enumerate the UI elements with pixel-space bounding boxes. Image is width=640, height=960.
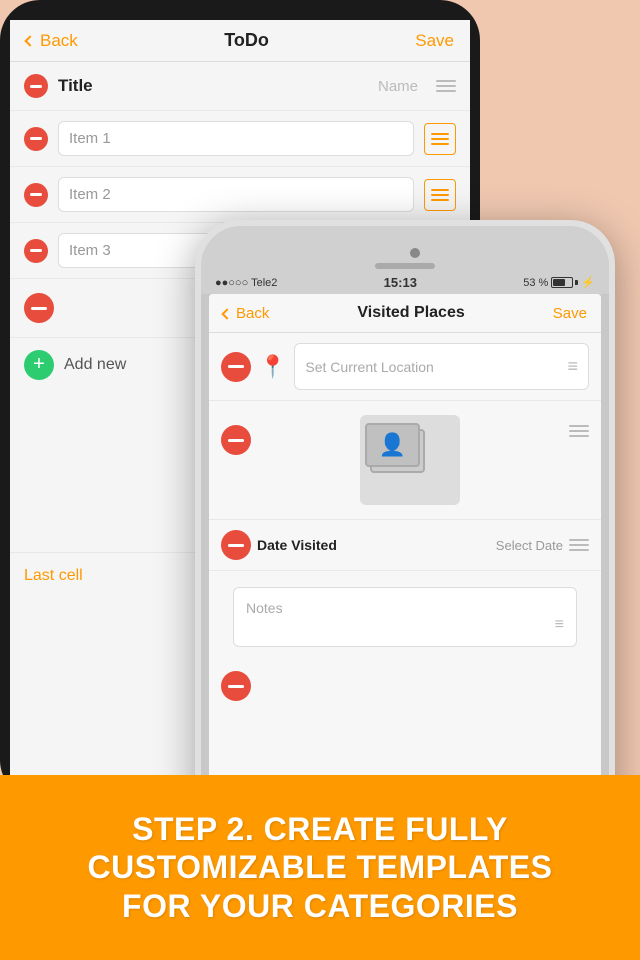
fg-chevron-icon bbox=[221, 308, 232, 319]
add-new-button[interactable] bbox=[24, 350, 54, 380]
location-reorder-icon: ≡ bbox=[567, 356, 578, 377]
location-field[interactable]: Set Current Location ≡ bbox=[294, 343, 589, 390]
item-2-row: Item 2 bbox=[10, 167, 470, 223]
notes-reorder-icon: ≡ bbox=[555, 616, 564, 634]
carrier-text: ●●○○○ Tele2 bbox=[215, 277, 277, 289]
banner-text: STEP 2. CREATE FULLY CUSTOMIZABLE TEMPLA… bbox=[68, 810, 573, 925]
remove-bottom-button[interactable] bbox=[221, 671, 251, 701]
bg-nav-title: ToDo bbox=[224, 30, 269, 51]
fg-nav-title: Visited Places bbox=[357, 304, 464, 322]
fg-save-button[interactable]: Save bbox=[553, 305, 587, 322]
banner-line1: STEP 2. CREATE FULLY bbox=[88, 810, 553, 848]
photo-reorder-icon bbox=[569, 425, 589, 437]
banner-line3: FOR YOUR CATEGORIES bbox=[88, 887, 553, 925]
remove-title-button[interactable] bbox=[24, 74, 48, 98]
date-visited-label: Date Visited bbox=[257, 537, 337, 553]
remove-photo-button[interactable] bbox=[221, 425, 251, 455]
person-icon: 👤 bbox=[379, 432, 406, 458]
time-text: 15:13 bbox=[384, 275, 417, 290]
name-placeholder: Name bbox=[103, 78, 426, 95]
photo-frame-front: 👤 bbox=[365, 423, 420, 467]
add-new-label: Add new bbox=[64, 356, 126, 374]
remove-location-button[interactable] bbox=[221, 352, 251, 382]
item1-field[interactable]: Item 1 bbox=[58, 121, 414, 156]
battery-area: 53 % ⚡ bbox=[523, 276, 595, 289]
title-row: Title Name bbox=[10, 62, 470, 111]
lightning-icon: ⚡ bbox=[581, 276, 595, 289]
fg-back-button[interactable]: Back bbox=[223, 305, 269, 322]
date-right: Select Date bbox=[496, 538, 589, 553]
status-bar: ●●○○○ Tele2 15:13 53 % ⚡ bbox=[201, 226, 609, 294]
reorder-icon bbox=[436, 80, 456, 92]
remove-item3-button[interactable] bbox=[24, 239, 48, 263]
remove-item1-button[interactable] bbox=[24, 127, 48, 151]
battery-icon bbox=[551, 277, 578, 288]
remove-date-button[interactable] bbox=[221, 530, 251, 560]
photo-placeholder[interactable]: 👤 bbox=[360, 415, 460, 505]
camera bbox=[410, 248, 420, 258]
select-date-text[interactable]: Select Date bbox=[496, 538, 563, 553]
list-icon-item1 bbox=[424, 123, 456, 155]
speaker bbox=[375, 263, 435, 269]
status-row: ●●○○○ Tele2 15:13 53 % ⚡ bbox=[201, 275, 609, 290]
location-pin-icon: 📍 bbox=[259, 354, 286, 380]
item-1-row: Item 1 bbox=[10, 111, 470, 167]
list-icon-item2 bbox=[424, 179, 456, 211]
item2-field[interactable]: Item 2 bbox=[58, 177, 414, 212]
notes-container: Notes ≡ bbox=[209, 571, 601, 663]
chevron-left-icon bbox=[24, 35, 35, 46]
bottom-banner: STEP 2. CREATE FULLY CUSTOMIZABLE TEMPLA… bbox=[0, 775, 640, 960]
bg-back-button[interactable]: Back bbox=[26, 31, 78, 51]
bg-save-button[interactable]: Save bbox=[415, 31, 454, 51]
remove-extra-button[interactable] bbox=[24, 293, 54, 323]
date-row: Date Visited Select Date bbox=[209, 520, 601, 571]
title-label: Title bbox=[58, 76, 93, 96]
remove-item2-button[interactable] bbox=[24, 183, 48, 207]
bg-nav-bar: Back ToDo Save bbox=[10, 20, 470, 62]
date-left: Date Visited bbox=[221, 530, 337, 560]
notes-field[interactable]: Notes ≡ bbox=[233, 587, 577, 647]
date-reorder-icon bbox=[569, 539, 589, 551]
photo-row: 👤 bbox=[209, 401, 601, 520]
fg-nav-bar: Back Visited Places Save bbox=[209, 294, 601, 333]
banner-line2: CUSTOMIZABLE TEMPLATES bbox=[88, 848, 553, 886]
bottom-minus-row bbox=[209, 663, 601, 709]
location-row: 📍 Set Current Location ≡ bbox=[209, 333, 601, 401]
